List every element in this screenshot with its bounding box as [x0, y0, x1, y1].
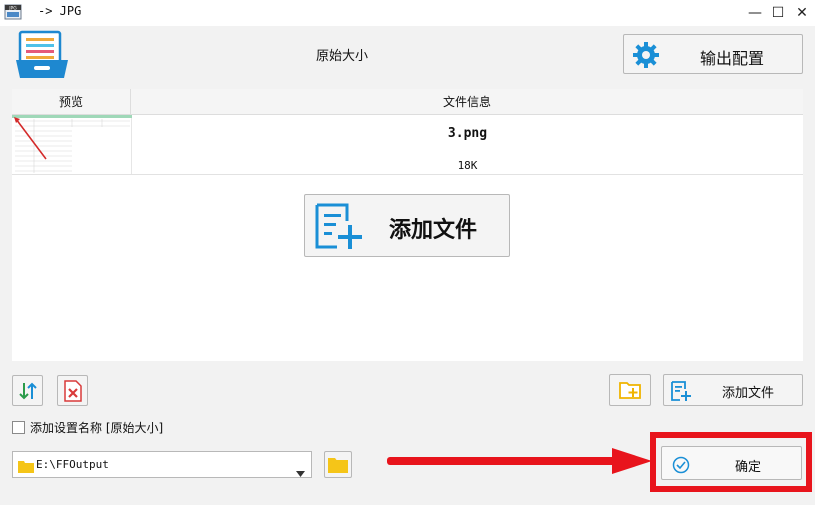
gear-icon	[632, 41, 660, 69]
add-folder-button[interactable]	[609, 374, 651, 406]
remove-file-icon	[63, 379, 83, 402]
confirm-label: 确定	[735, 460, 762, 475]
add-file-small-icon	[670, 380, 692, 402]
check-circle-icon	[672, 456, 690, 474]
file-name: 3.png	[447, 126, 488, 141]
add-file-large-label: 添加文件	[389, 217, 478, 243]
output-path-select[interactable]: E:\FFOutput	[12, 451, 312, 478]
column-header-file-info[interactable]: 文件信息	[131, 89, 803, 115]
table-row[interactable]: 3.png 18K	[12, 115, 803, 175]
column-header-preview[interactable]: 预览	[12, 89, 131, 115]
file-thumbnail	[12, 115, 132, 174]
open-folder-icon	[328, 457, 348, 473]
add-setting-name-checkbox[interactable]	[12, 421, 25, 434]
app-icon: JPG	[4, 2, 24, 22]
confirm-button[interactable]: 确定	[661, 446, 802, 480]
add-file-button[interactable]: 添加文件	[663, 374, 803, 406]
window-title: -> JPG	[38, 4, 82, 18]
preset-name: 原始大小	[315, 49, 368, 64]
add-setting-name-label: 添加设置名称 [原始大小]	[30, 421, 164, 435]
remove-file-button[interactable]	[57, 375, 88, 406]
title-bar: JPG -> JPG — ☐ ✕	[0, 0, 815, 26]
add-file-icon	[313, 201, 365, 251]
sort-arrows-icon	[18, 381, 38, 401]
output-config-label: 输出配置	[700, 49, 765, 68]
sort-button[interactable]	[12, 375, 43, 406]
browse-folder-button[interactable]	[324, 451, 352, 478]
add-file-large-button[interactable]: 添加文件	[304, 194, 510, 257]
output-config-button[interactable]: 输出配置	[623, 34, 803, 74]
add-folder-icon	[619, 380, 641, 400]
folder-icon	[18, 458, 34, 473]
add-file-label: 添加文件	[722, 386, 775, 401]
output-path-value: E:\FFOutput	[36, 458, 109, 471]
file-size: 18K	[457, 159, 478, 172]
svg-text:JPG: JPG	[8, 5, 17, 11]
minimize-button[interactable]: —	[744, 3, 766, 23]
maximize-button[interactable]: ☐	[767, 3, 789, 23]
annotation-arrow	[384, 448, 654, 474]
close-button[interactable]: ✕	[791, 3, 813, 23]
preset-box-icon	[14, 30, 70, 80]
chevron-down-icon[interactable]	[296, 462, 305, 477]
